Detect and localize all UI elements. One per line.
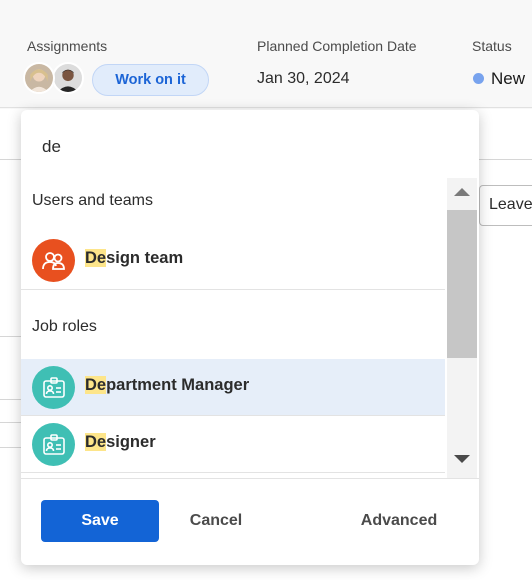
option-divider xyxy=(21,472,445,473)
work-on-it-button[interactable]: Work on it xyxy=(92,64,209,96)
option-label: Designer xyxy=(85,433,156,451)
advanced-button[interactable]: Advanced xyxy=(351,500,447,542)
section-divider xyxy=(21,289,445,290)
leave-button[interactable]: Leave xyxy=(479,185,532,226)
option-label: Design team xyxy=(85,249,184,267)
results-list: Users and teams Design team Job roles De… xyxy=(21,178,445,478)
assignee-avatar-2[interactable] xyxy=(52,62,84,94)
assignee-avatar-1[interactable] xyxy=(23,62,55,94)
team-icon xyxy=(32,239,75,282)
option-designer[interactable]: Designer xyxy=(21,416,445,472)
search-input[interactable]: de xyxy=(42,137,61,157)
job-role-badge-icon xyxy=(32,423,75,466)
scroll-thumb[interactable] xyxy=(447,210,477,358)
option-label: Department Manager xyxy=(85,376,250,394)
assignments-label: Assignments xyxy=(27,38,108,54)
option-design-team[interactable]: Design team xyxy=(21,232,445,288)
planned-completion-label: Planned Completion Date xyxy=(257,38,417,54)
scroll-up-arrow-icon[interactable] xyxy=(454,188,470,196)
task-header: Assignments Work on it Planned Completio… xyxy=(0,0,532,108)
job-role-badge-icon xyxy=(32,366,75,409)
scroll-down-arrow-icon[interactable] xyxy=(454,455,470,463)
status-dot-icon xyxy=(473,73,484,84)
divider xyxy=(0,336,22,337)
divider xyxy=(0,399,22,400)
planned-completion-value: Jan 30, 2024 xyxy=(257,70,350,87)
divider xyxy=(0,422,22,423)
footer-divider xyxy=(21,478,479,479)
divider xyxy=(0,447,22,448)
status-value[interactable]: New xyxy=(491,69,525,89)
status-label: Status xyxy=(472,38,512,54)
list-scrollbar[interactable] xyxy=(447,178,477,478)
section-header-users-and-teams: Users and teams xyxy=(32,192,153,209)
assignment-popover: de Users and teams Design team Job roles xyxy=(21,110,479,565)
section-header-job-roles: Job roles xyxy=(32,318,97,335)
option-department-manager[interactable]: Department Manager xyxy=(21,359,445,415)
save-button[interactable]: Save xyxy=(41,500,159,542)
cancel-button[interactable]: Cancel xyxy=(169,500,263,542)
